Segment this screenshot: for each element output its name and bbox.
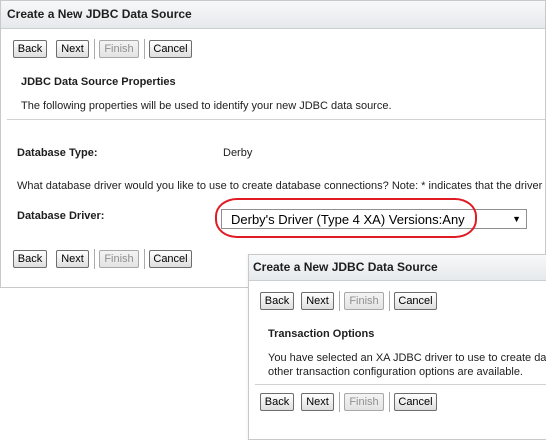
transaction-description-line1: You have selected an XA JDBC driver to u… bbox=[268, 352, 546, 364]
overlay-finish-button-top: Finish bbox=[344, 292, 384, 310]
overlay-panel-title: Create a New JDBC Data Source bbox=[249, 255, 546, 281]
overlay-finish-button-bottom: Finish bbox=[344, 393, 384, 411]
chevron-down-icon: ▼ bbox=[512, 214, 521, 224]
back-button-top[interactable]: Back bbox=[13, 40, 47, 58]
transaction-options-heading: Transaction Options bbox=[268, 328, 375, 340]
transaction-options-panel: Create a New JDBC Data Source Back Next … bbox=[248, 254, 546, 440]
database-driver-label: Database Driver: bbox=[17, 210, 105, 222]
database-type-label: Database Type: bbox=[17, 147, 98, 159]
section-divider bbox=[255, 384, 546, 385]
button-separator bbox=[94, 249, 95, 269]
properties-heading: JDBC Data Source Properties bbox=[21, 76, 176, 88]
next-button-top[interactable]: Next bbox=[56, 40, 89, 58]
button-separator bbox=[389, 291, 390, 311]
finish-button-bottom: Finish bbox=[99, 250, 139, 268]
transaction-description-line2: other transaction configuration options … bbox=[268, 366, 523, 378]
database-driver-selected-value: Derby's Driver (Type 4 XA) Versions:Any bbox=[231, 212, 465, 227]
button-separator bbox=[339, 291, 340, 311]
driver-prompt-text: What database driver would you like to u… bbox=[17, 180, 543, 192]
next-button-bottom[interactable]: Next bbox=[56, 250, 89, 268]
finish-button-top: Finish bbox=[99, 40, 139, 58]
database-driver-select[interactable]: Derby's Driver (Type 4 XA) Versions:Any … bbox=[221, 209, 527, 229]
cancel-button-bottom[interactable]: Cancel bbox=[149, 250, 192, 268]
properties-description: The following properties will be used to… bbox=[21, 100, 392, 112]
button-separator bbox=[94, 39, 95, 59]
overlay-back-button-bottom[interactable]: Back bbox=[260, 393, 294, 411]
overlay-next-button-bottom[interactable]: Next bbox=[301, 393, 334, 411]
database-type-value: Derby bbox=[223, 147, 253, 159]
back-button-bottom[interactable]: Back bbox=[13, 250, 47, 268]
main-wizard-panel: Create a New JDBC Data Source Back Next … bbox=[0, 0, 546, 288]
overlay-cancel-button-bottom[interactable]: Cancel bbox=[394, 393, 437, 411]
overlay-back-button-top[interactable]: Back bbox=[260, 292, 294, 310]
button-separator bbox=[144, 39, 145, 59]
button-separator bbox=[389, 392, 390, 412]
section-divider bbox=[7, 119, 545, 120]
main-panel-title: Create a New JDBC Data Source bbox=[1, 1, 545, 29]
overlay-cancel-button-top[interactable]: Cancel bbox=[394, 292, 437, 310]
overlay-next-button-top[interactable]: Next bbox=[301, 292, 334, 310]
cancel-button-top[interactable]: Cancel bbox=[149, 40, 192, 58]
button-separator bbox=[144, 249, 145, 269]
button-separator bbox=[339, 392, 340, 412]
